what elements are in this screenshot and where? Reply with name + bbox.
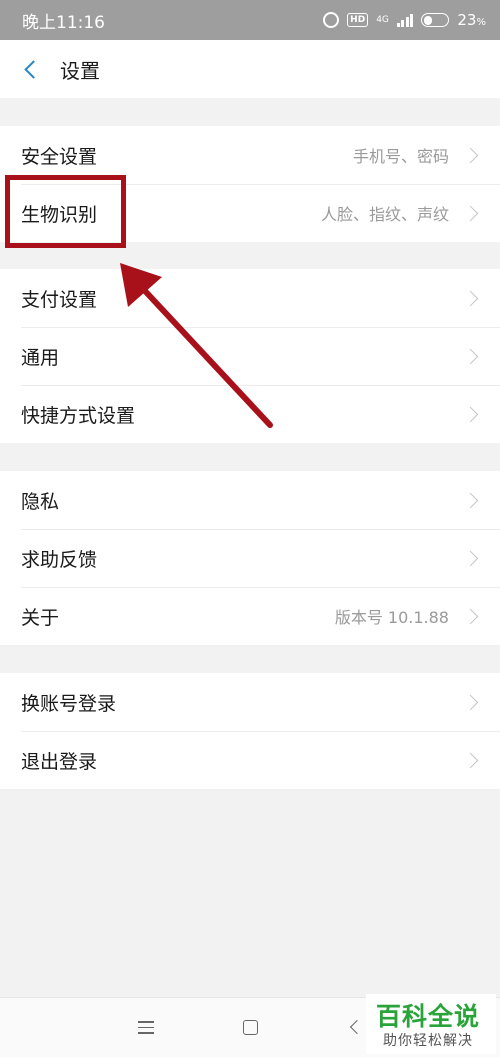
status-icons: HD 4G 23% (323, 11, 486, 29)
settings-item-privacy[interactable]: 隐私 (0, 471, 500, 529)
chevron-right-icon (462, 147, 479, 163)
menu-icon[interactable] (138, 1021, 154, 1038)
back-arrow-icon (23, 59, 43, 79)
chevron-right-icon (462, 752, 479, 768)
back-button[interactable] (0, 40, 60, 98)
page-title: 设置 (60, 58, 100, 83)
settings-item-value: 手机号、密码 (352, 147, 449, 166)
settings-item-value: 人脸、指纹、声纹 (320, 205, 449, 224)
settings-item-about[interactable]: 关于 版本号 10.1.88 (0, 587, 500, 645)
settings-item-label: 求助反馈 (21, 548, 98, 571)
status-bar: 晚上11:16 HD 4G 23% (0, 0, 500, 40)
watermark-title: 百科全说 (376, 1002, 481, 1031)
settings-item-label: 换账号登录 (21, 692, 117, 715)
battery-icon (421, 13, 450, 27)
status-time: 晚上11:16 (22, 12, 105, 33)
settings-item-switch-account[interactable]: 换账号登录 (0, 673, 500, 731)
chevron-right-icon (462, 608, 479, 624)
settings-item-label: 退出登录 (21, 750, 98, 773)
chevron-right-icon (462, 694, 479, 710)
settings-group-account: 换账号登录 退出登录 (0, 673, 500, 789)
settings-item-value: 版本号 10.1.88 (334, 608, 449, 627)
app-header: 设置 (0, 40, 500, 98)
signal-icon (396, 13, 414, 27)
settings-item-feedback[interactable]: 求助反馈 (0, 529, 500, 587)
hd-icon: HD (347, 13, 369, 27)
settings-item-logout[interactable]: 退出登录 (0, 731, 500, 789)
settings-group-info: 隐私 求助反馈 关于 版本号 10.1.88 (0, 471, 500, 645)
chevron-right-icon (462, 492, 479, 508)
watermark: 百科全说 助你轻松解决 (366, 994, 496, 1054)
settings-item-label: 关于 (21, 606, 60, 629)
chevron-right-icon (462, 348, 479, 364)
home-icon[interactable] (243, 1020, 258, 1035)
battery-percent: 23% (457, 11, 486, 29)
settings-item-label: 隐私 (21, 490, 60, 513)
annotation-arrow (120, 263, 273, 428)
chevron-right-icon (462, 290, 479, 306)
nav-back-icon[interactable] (349, 1019, 365, 1035)
chevron-right-icon (462, 406, 479, 422)
chevron-right-icon (462, 205, 479, 221)
watermark-subtitle: 助你轻松解决 (383, 1033, 473, 1049)
annotation-highlight-box (5, 175, 126, 248)
alarm-icon (323, 12, 340, 28)
settings-item-label: 安全设置 (21, 145, 98, 168)
network-type-icon: 4G (376, 14, 389, 25)
chevron-right-icon (462, 550, 479, 566)
